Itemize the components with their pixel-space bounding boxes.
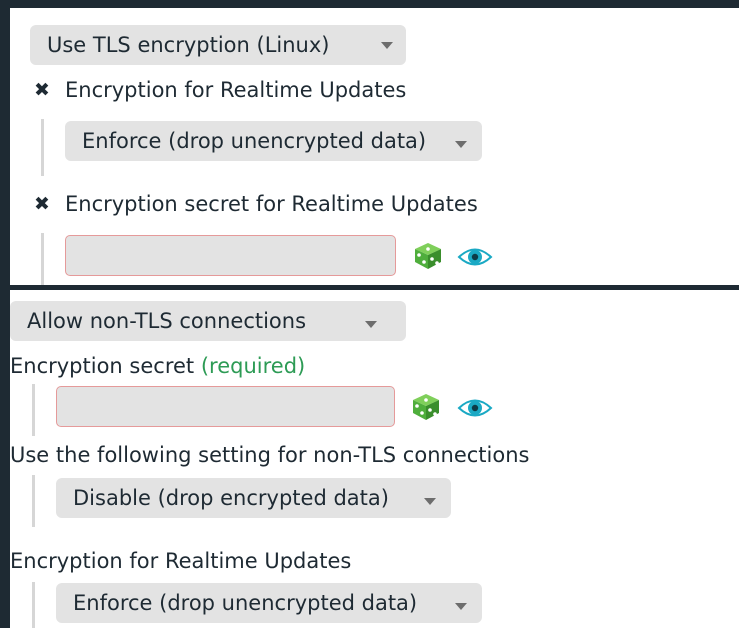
indent-guide [41, 233, 44, 285]
eye-icon[interactable] [457, 397, 493, 423]
chevron-down-icon [455, 141, 467, 148]
tls-mode-select-value: Use TLS encryption (Linux) [47, 33, 330, 57]
realtime-secret-checkbox[interactable]: ✖ [34, 191, 52, 217]
chevron-down-icon [455, 603, 467, 610]
bottom-panel: Allow non-TLS connections Encryption sec… [10, 290, 739, 628]
realtime-updates-select-bottom-value: Enforce (drop unencrypted data) [73, 591, 418, 615]
non-tls-mode-select[interactable]: Allow non-TLS connections [10, 301, 406, 341]
dice-icon[interactable] [413, 241, 443, 275]
required-label: (required) [200, 354, 306, 378]
indent-guide [32, 475, 35, 527]
encryption-secret-input[interactable] [56, 386, 395, 427]
realtime-updates-label: Encryption for Realtime Updates [65, 78, 407, 102]
realtime-updates-select-value: Enforce (drop unencrypted data) [82, 129, 427, 153]
non-tls-setting-select-value: Disable (drop encrypted data) [73, 486, 389, 510]
indent-guide [32, 582, 35, 628]
eye-icon[interactable] [457, 246, 493, 272]
realtime-updates-checkbox[interactable]: ✖ [34, 77, 52, 103]
non-tls-mode-select-value: Allow non-TLS connections [27, 309, 307, 333]
realtime-secret-input[interactable] [65, 235, 396, 276]
chevron-down-icon [424, 498, 436, 505]
chevron-down-icon [381, 42, 393, 49]
tls-mode-select[interactable]: Use TLS encryption (Linux) [30, 25, 406, 65]
non-tls-setting-select[interactable]: Disable (drop encrypted data) [56, 478, 451, 518]
indent-guide [32, 384, 35, 436]
top-panel: Use TLS encryption (Linux) ✖ Encryption … [10, 8, 739, 285]
encryption-secret-label: Encryption secret (required) [10, 353, 305, 379]
realtime-updates-select[interactable]: Enforce (drop unencrypted data) [65, 121, 482, 161]
non-tls-setting-label: Use the following setting for non-TLS co… [10, 443, 530, 467]
realtime-updates-select-bottom[interactable]: Enforce (drop unencrypted data) [56, 583, 482, 623]
indent-guide [41, 119, 44, 176]
chevron-down-icon [365, 321, 377, 328]
dice-icon[interactable] [411, 392, 441, 426]
encryption-secret-label-text: Encryption secret [10, 354, 195, 378]
realtime-secret-label: Encryption secret for Realtime Updates [65, 192, 478, 216]
realtime-updates-label-bottom: Encryption for Realtime Updates [10, 549, 352, 573]
